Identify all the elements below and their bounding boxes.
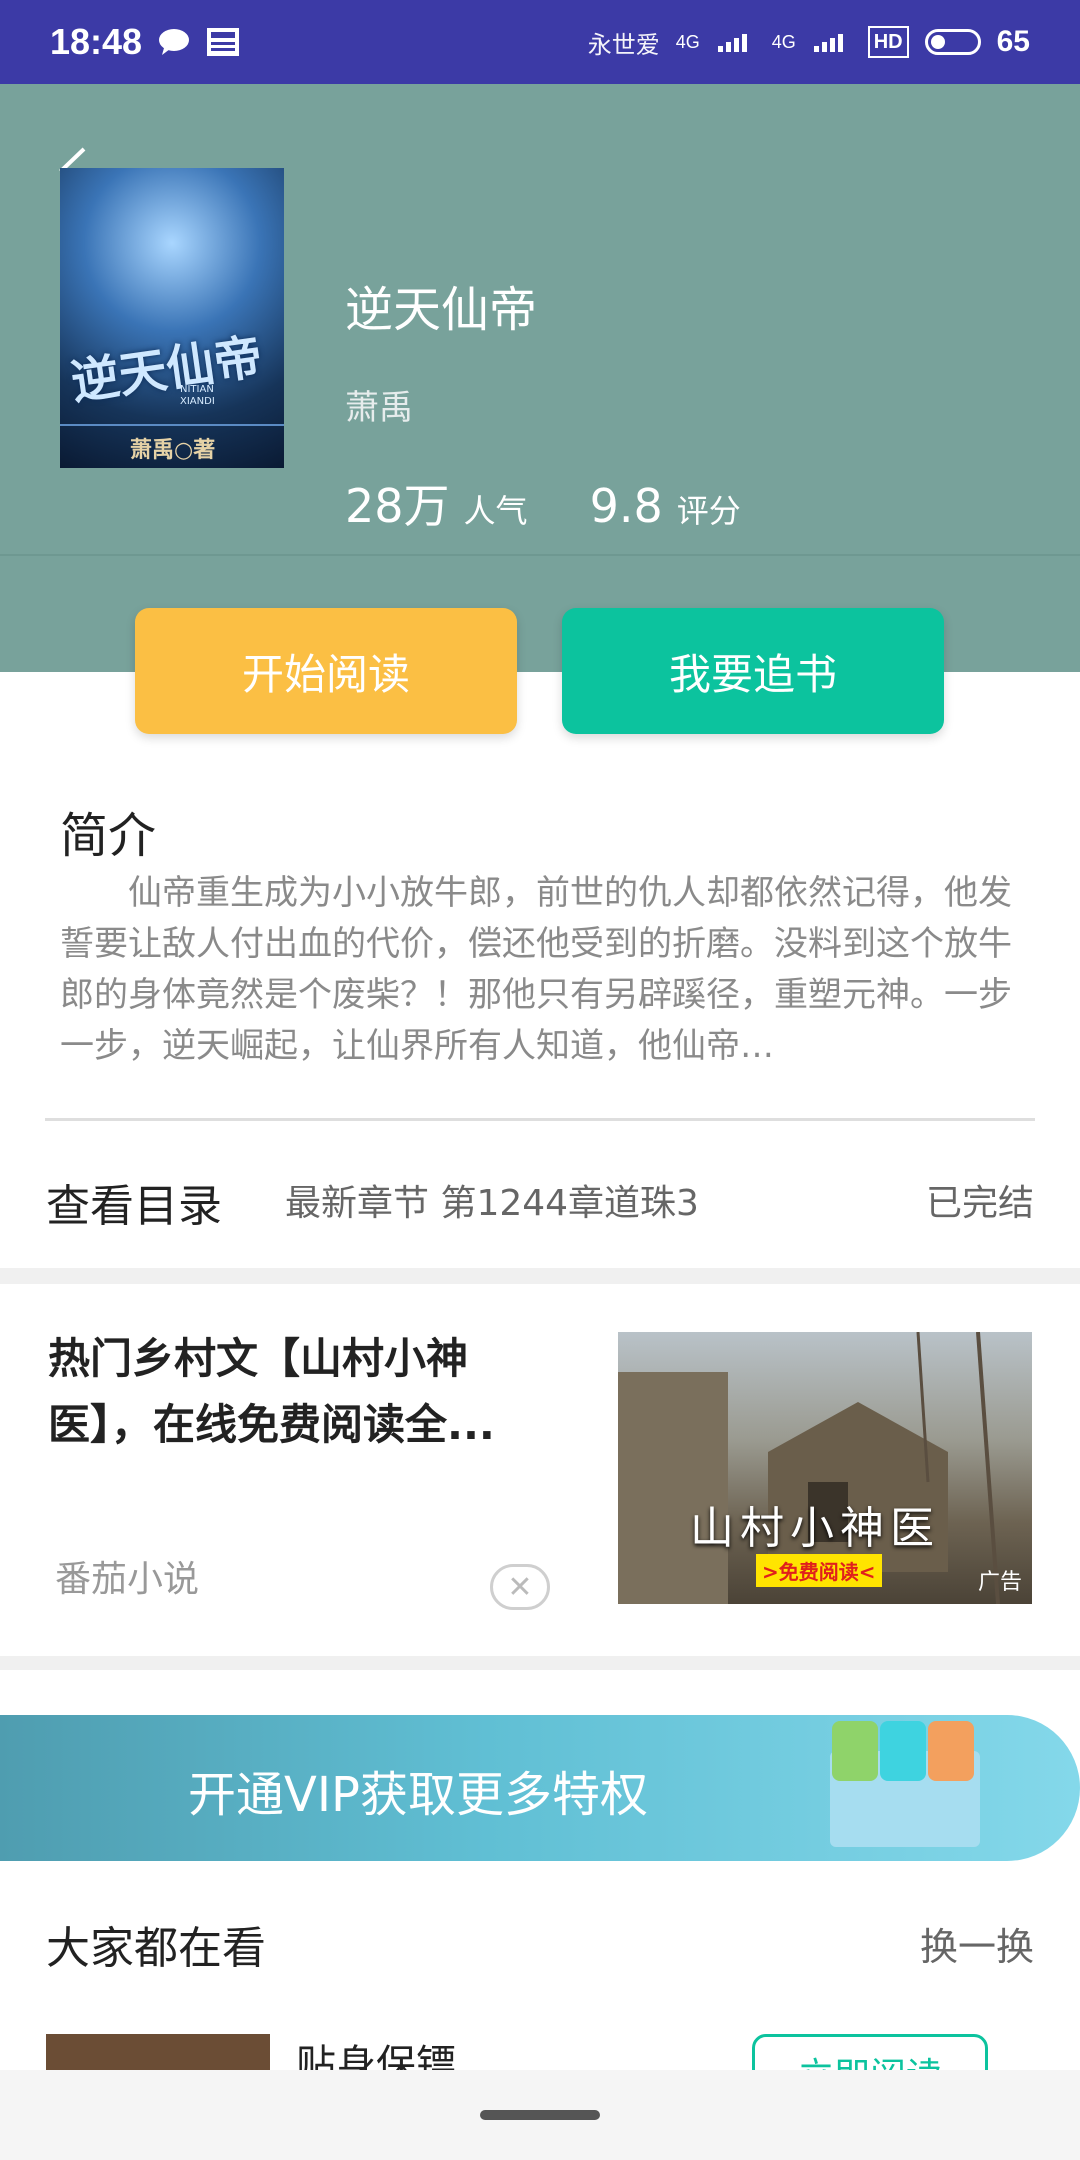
vip-banner[interactable]: 开通VIP获取更多特权: [0, 1715, 1080, 1861]
cover-title: 逆天仙帝: [67, 328, 266, 412]
vip-card-green: [832, 1721, 878, 1781]
book-title: 逆天仙帝: [345, 282, 538, 338]
status-bar: 18:48 永世爱 4G 4G HD 65: [0, 0, 1080, 84]
rec-book-cover: [46, 2034, 270, 2070]
divider: [45, 1118, 1035, 1121]
cover-pinyin-1: NITIAN: [180, 384, 214, 395]
popular-heading: 大家都在看: [46, 1923, 266, 1974]
vip-text: 开通VIP获取更多特权: [188, 1767, 648, 1823]
status-left: 18:48: [50, 21, 240, 63]
completion-status: 已完结: [925, 1183, 1034, 1224]
news-icon: [207, 28, 240, 56]
popularity-label: 人气: [463, 492, 528, 530]
intro-text[interactable]: 仙帝重生成为小小放牛郎，前世的仇人却都依然记得，他发誓要让敌人付出血的代价，偿还…: [60, 868, 1020, 1072]
start-reading-button[interactable]: 开始阅读: [135, 608, 517, 734]
signal-label-1: 4G: [675, 31, 700, 52]
status-time: 18:48: [50, 21, 143, 62]
ad-close-button[interactable]: ✕: [490, 1564, 550, 1610]
battery-level: 65: [996, 25, 1030, 58]
ad-tag: 广告: [977, 1570, 1022, 1595]
status-deco-text: 永世爱: [587, 31, 660, 59]
vip-card-orange: [928, 1721, 974, 1781]
signal-label-2: 4G: [771, 31, 796, 52]
section-gap: [0, 1268, 1080, 1284]
ad-image-cta: >免费阅读<: [756, 1554, 882, 1587]
list-item[interactable]: 贴身保镖 立即阅读: [0, 2030, 1080, 2070]
battery-icon: [924, 29, 981, 55]
ad-title: 热门乡村文【山村小神医】，在线免费阅读全...: [48, 1334, 495, 1449]
close-icon: ✕: [507, 1569, 533, 1605]
ad-image-title: 山村小神医: [690, 1503, 940, 1554]
rec-book-title: 贴身保镖: [296, 2042, 456, 2070]
ad-card[interactable]: 热门乡村文【山村小神医】，在线免费阅读全... 番茄小说 ✕ 山村小神医 >免费…: [0, 1284, 1080, 1656]
cover-pinyin-2: XIANDI: [180, 396, 215, 407]
signal-icon-2: [813, 34, 843, 52]
status-right: 永世爱 4G 4G HD 65: [588, 25, 1030, 60]
rating-value: 9.8: [589, 479, 663, 533]
latest-chapter: 最新章节 第1244章道珠3: [285, 1183, 699, 1224]
hd-badge: HD: [867, 26, 909, 58]
navigation-bar: [0, 2070, 1080, 2160]
cover-author: 萧禹○著: [130, 438, 216, 463]
swap-button[interactable]: 换一换: [920, 1916, 1034, 1971]
home-handle[interactable]: [480, 2110, 600, 2120]
table-of-contents-row[interactable]: 查看目录 最新章节 第1244章道珠3 已完结: [0, 1122, 1080, 1268]
vip-card-cyan: [880, 1721, 926, 1781]
book-author[interactable]: 萧禹: [345, 380, 413, 429]
ad-source: 番茄小说: [55, 1559, 200, 1600]
ad-image[interactable]: 山村小神医 >免费阅读< 广告: [618, 1332, 1032, 1604]
rating-label: 评分: [676, 492, 741, 530]
book-cover[interactable]: 逆天仙帝 NITIAN XIANDI 萧禹○著: [60, 168, 284, 468]
section-gap-2: [0, 1656, 1080, 1670]
cover-pinyin: NITIAN XIANDI: [180, 384, 215, 408]
read-now-button[interactable]: 立即阅读: [752, 2034, 988, 2070]
intro-heading: 简介: [60, 808, 157, 864]
gift-box-icon: [830, 1721, 980, 1847]
hero-divider: [0, 554, 1080, 556]
chat-icon: [159, 29, 190, 55]
signal-icon: [717, 34, 747, 52]
follow-book-button[interactable]: 我要追书: [562, 608, 944, 734]
cover-divider: [60, 424, 284, 426]
book-stats: 28万 人气 9.8 评分: [345, 470, 803, 536]
toc-label: 查看目录: [46, 1181, 222, 1232]
popularity-value: 28万: [345, 479, 450, 533]
